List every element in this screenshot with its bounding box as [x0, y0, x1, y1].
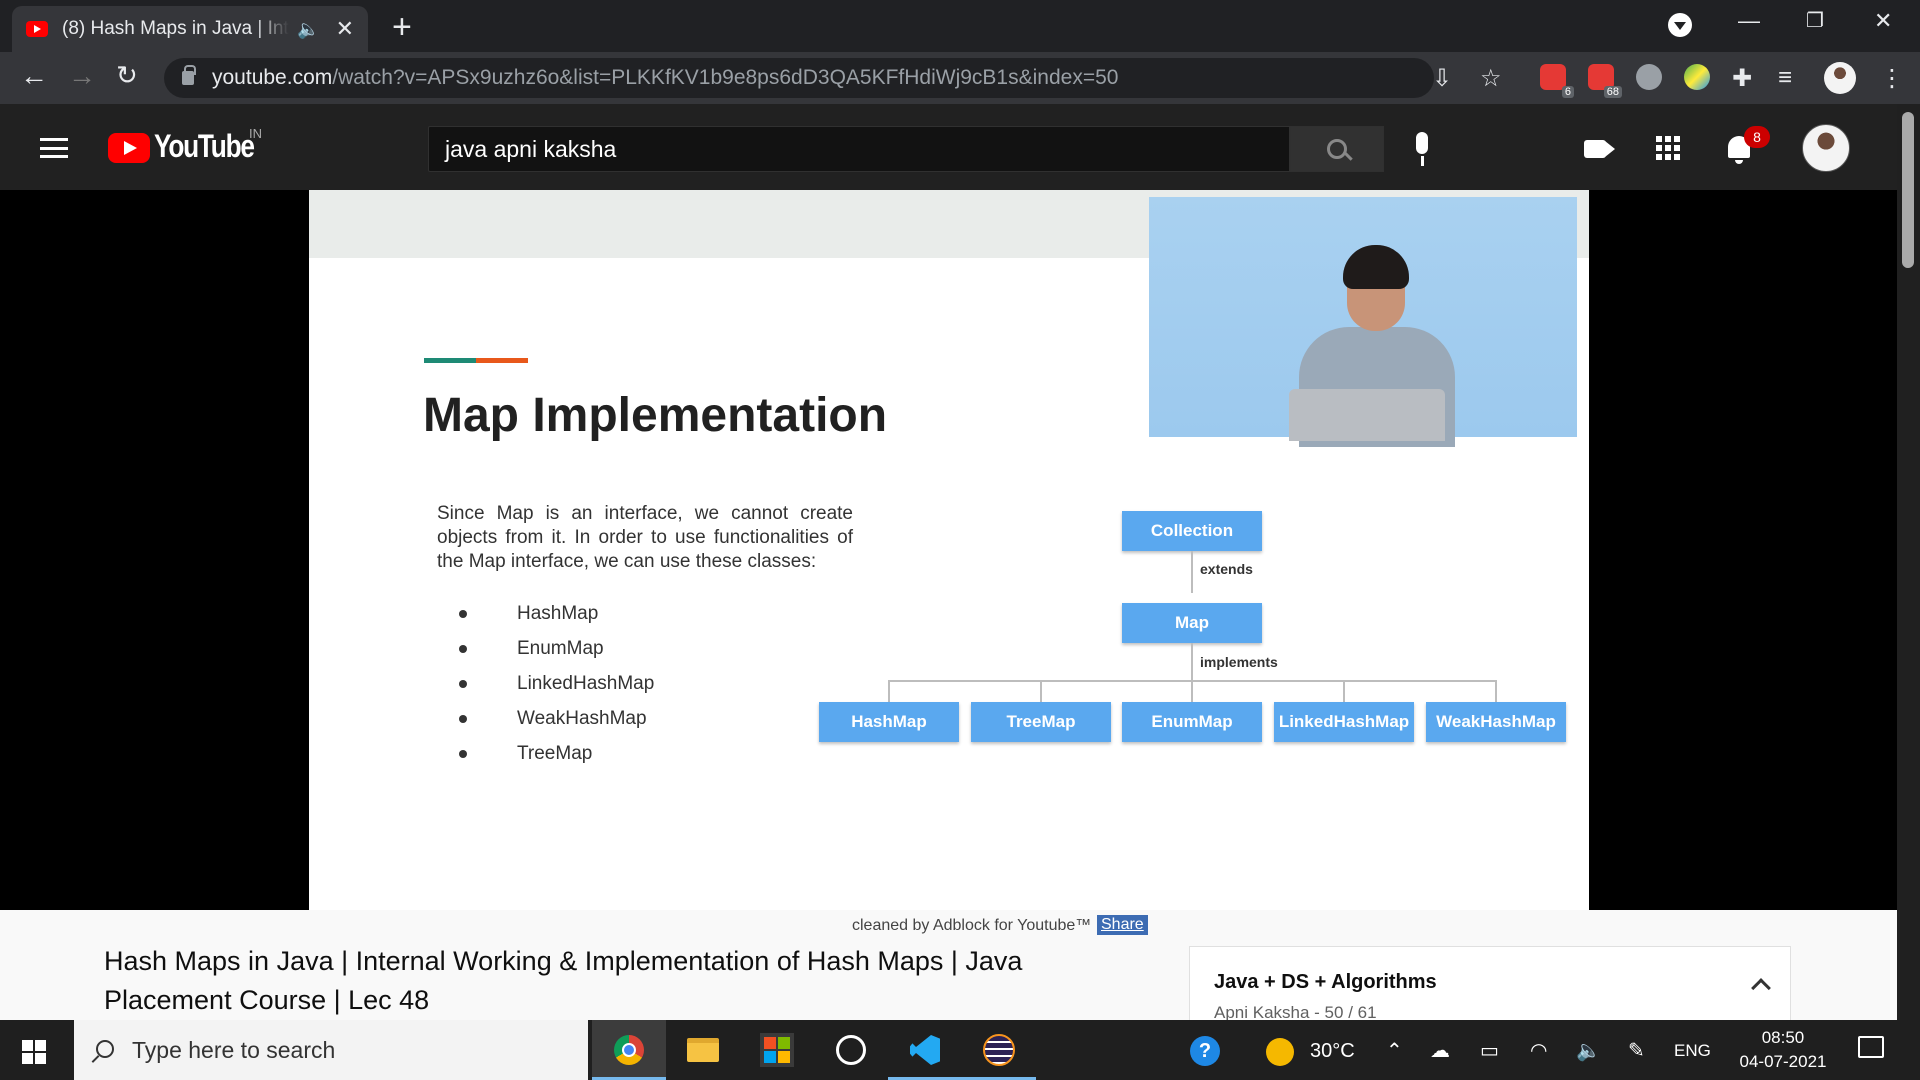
- bookmark-star-icon[interactable]: ☆: [1480, 64, 1502, 93]
- media-control-icon[interactable]: ≡: [1778, 64, 1792, 92]
- slide-class-list: HashMap EnumMap LinkedHashMap WeakHashMa…: [459, 596, 654, 771]
- diagram-node-enummap: EnumMap: [1122, 702, 1262, 742]
- youtube-logo-icon[interactable]: [108, 133, 150, 163]
- lock-icon[interactable]: [182, 65, 196, 85]
- back-arrow-icon[interactable]: ←: [20, 60, 48, 92]
- new-tab-button[interactable]: +: [392, 8, 412, 47]
- diagram-label-implements: implements: [1200, 654, 1278, 670]
- browser-tab[interactable]: (8) Hash Maps in Java | Internal Working…: [12, 6, 368, 52]
- chevron-up-icon[interactable]: ⌃: [1386, 1038, 1403, 1063]
- windows-start-icon[interactable]: [22, 1040, 46, 1064]
- list-item: WeakHashMap: [459, 701, 654, 736]
- video-frame-slide[interactable]: Map Implementation Since Map is an inter…: [309, 190, 1589, 910]
- diagram-label-extends: extends: [1200, 561, 1253, 577]
- diagram-node-hashmap: HashMap: [819, 702, 959, 742]
- diagram-node-map: Map: [1122, 603, 1262, 643]
- restore-icon[interactable]: ❐: [1806, 8, 1824, 33]
- presenter-hair: [1343, 245, 1409, 289]
- battery-icon[interactable]: ▭: [1480, 1038, 1499, 1063]
- diagram-node-weakhashmap: WeakHashMap: [1426, 702, 1566, 742]
- search-input[interactable]: java apni kaksha: [428, 126, 1290, 172]
- cloud-extension-icon[interactable]: [1636, 64, 1662, 90]
- search-button[interactable]: [1290, 126, 1384, 172]
- eclipse-icon[interactable]: [962, 1020, 1036, 1080]
- taskbar-clock[interactable]: 08:50 04-07-2021: [1732, 1026, 1834, 1074]
- taskbar-search-box[interactable]: Type here to search: [74, 1020, 588, 1080]
- list-item: LinkedHashMap: [459, 666, 654, 701]
- taskbar-search-icon: [96, 1040, 114, 1058]
- diagram-node-treemap: TreeMap: [971, 702, 1111, 742]
- apps-grid-icon[interactable]: [1656, 136, 1680, 160]
- close-tab-icon[interactable]: ✕: [336, 16, 354, 42]
- red-extension-icon[interactable]: 68: [1588, 64, 1622, 98]
- region-code: IN: [249, 126, 262, 141]
- hamburger-menu-icon[interactable]: [40, 138, 68, 158]
- diagram-connector: [1191, 551, 1193, 593]
- app-taskbar-icon[interactable]: [814, 1020, 888, 1080]
- list-item: EnumMap: [459, 631, 654, 666]
- close-window-icon[interactable]: ✕: [1874, 8, 1892, 34]
- install-icon[interactable]: ⇩: [1432, 64, 1452, 93]
- microsoft-store-icon[interactable]: [740, 1020, 814, 1080]
- diagram-connector: [888, 680, 890, 702]
- diagram-connector: [1040, 680, 1042, 702]
- share-button[interactable]: Share: [1097, 915, 1148, 935]
- chevron-up-icon[interactable]: [1751, 978, 1771, 998]
- file-explorer-icon[interactable]: [666, 1020, 740, 1080]
- onedrive-cloud-icon[interactable]: ☁: [1430, 1038, 1450, 1063]
- slide-accent-orange: [476, 358, 528, 363]
- forward-arrow-icon[interactable]: →: [68, 60, 96, 92]
- tab-search-icon[interactable]: [1668, 13, 1692, 37]
- webcam-overlay: [1149, 197, 1577, 447]
- vscode-icon[interactable]: [888, 1020, 962, 1080]
- playlist-title[interactable]: Java + DS + Algorithms: [1214, 971, 1437, 994]
- profile-avatar[interactable]: [1824, 62, 1856, 94]
- color-extension-icon[interactable]: [1684, 64, 1710, 90]
- diagram-connector: [1495, 680, 1497, 702]
- speaker-icon[interactable]: 🔈: [297, 19, 319, 40]
- wifi-icon[interactable]: ◠: [1530, 1038, 1547, 1063]
- notification-badge: 8: [1744, 126, 1770, 148]
- tab-title: (8) Hash Maps in Java | Internal Working…: [62, 18, 289, 39]
- slide-accent-teal: [424, 358, 476, 363]
- chrome-taskbar-icon[interactable]: [592, 1020, 666, 1080]
- list-item: HashMap: [459, 596, 654, 631]
- youtube-wordmark[interactable]: YouTube: [154, 128, 255, 165]
- adblock-note: cleaned by Adblock for Youtube™: [852, 917, 1092, 934]
- menu-kebab-icon[interactable]: ⋮: [1880, 64, 1904, 93]
- diagram-connector: [1191, 643, 1193, 680]
- help-icon[interactable]: ?: [1190, 1036, 1220, 1066]
- notifications-center-icon[interactable]: [1858, 1036, 1884, 1058]
- diagram-connector: [1191, 680, 1193, 702]
- language-indicator[interactable]: ENG: [1674, 1041, 1711, 1061]
- pen-icon[interactable]: ✎: [1628, 1038, 1645, 1063]
- slide-title: Map Implementation: [423, 389, 888, 442]
- reload-icon[interactable]: ↻: [116, 60, 138, 91]
- diagram-node-linkedhashmap: LinkedHashMap: [1274, 702, 1414, 742]
- list-item: TreeMap: [459, 736, 654, 771]
- slide-paragraph: Since Map is an interface, we cannot cre…: [437, 503, 853, 572]
- adblock-extension-icon[interactable]: 6: [1540, 64, 1574, 98]
- diagram-node-collection: Collection: [1122, 511, 1262, 551]
- youtube-favicon-icon: [26, 21, 48, 37]
- volume-icon[interactable]: 🔈: [1576, 1038, 1601, 1063]
- account-avatar[interactable]: [1802, 124, 1850, 172]
- diagram-connector: [1343, 680, 1345, 702]
- video-title: Hash Maps in Java | Internal Working & I…: [104, 946, 1023, 1015]
- minimize-icon[interactable]: —: [1738, 8, 1760, 34]
- laptop-image: [1289, 389, 1445, 441]
- url-text: youtube.com/watch?v=APSx9uzhz6o&list=PLK…: [212, 66, 1119, 89]
- weather-icon[interactable]: [1266, 1038, 1294, 1066]
- extensions-puzzle-icon[interactable]: ✚: [1732, 64, 1752, 93]
- address-bar[interactable]: youtube.com/watch?v=APSx9uzhz6o&list=PLK…: [164, 58, 1434, 98]
- microphone-icon[interactable]: [1412, 132, 1432, 166]
- create-video-icon[interactable]: [1584, 140, 1615, 158]
- playlist-panel[interactable]: Java + DS + Algorithms Apni Kaksha - 50 …: [1189, 946, 1791, 1026]
- temperature-text[interactable]: 30°C: [1310, 1040, 1355, 1063]
- scrollbar-thumb[interactable]: [1902, 112, 1914, 268]
